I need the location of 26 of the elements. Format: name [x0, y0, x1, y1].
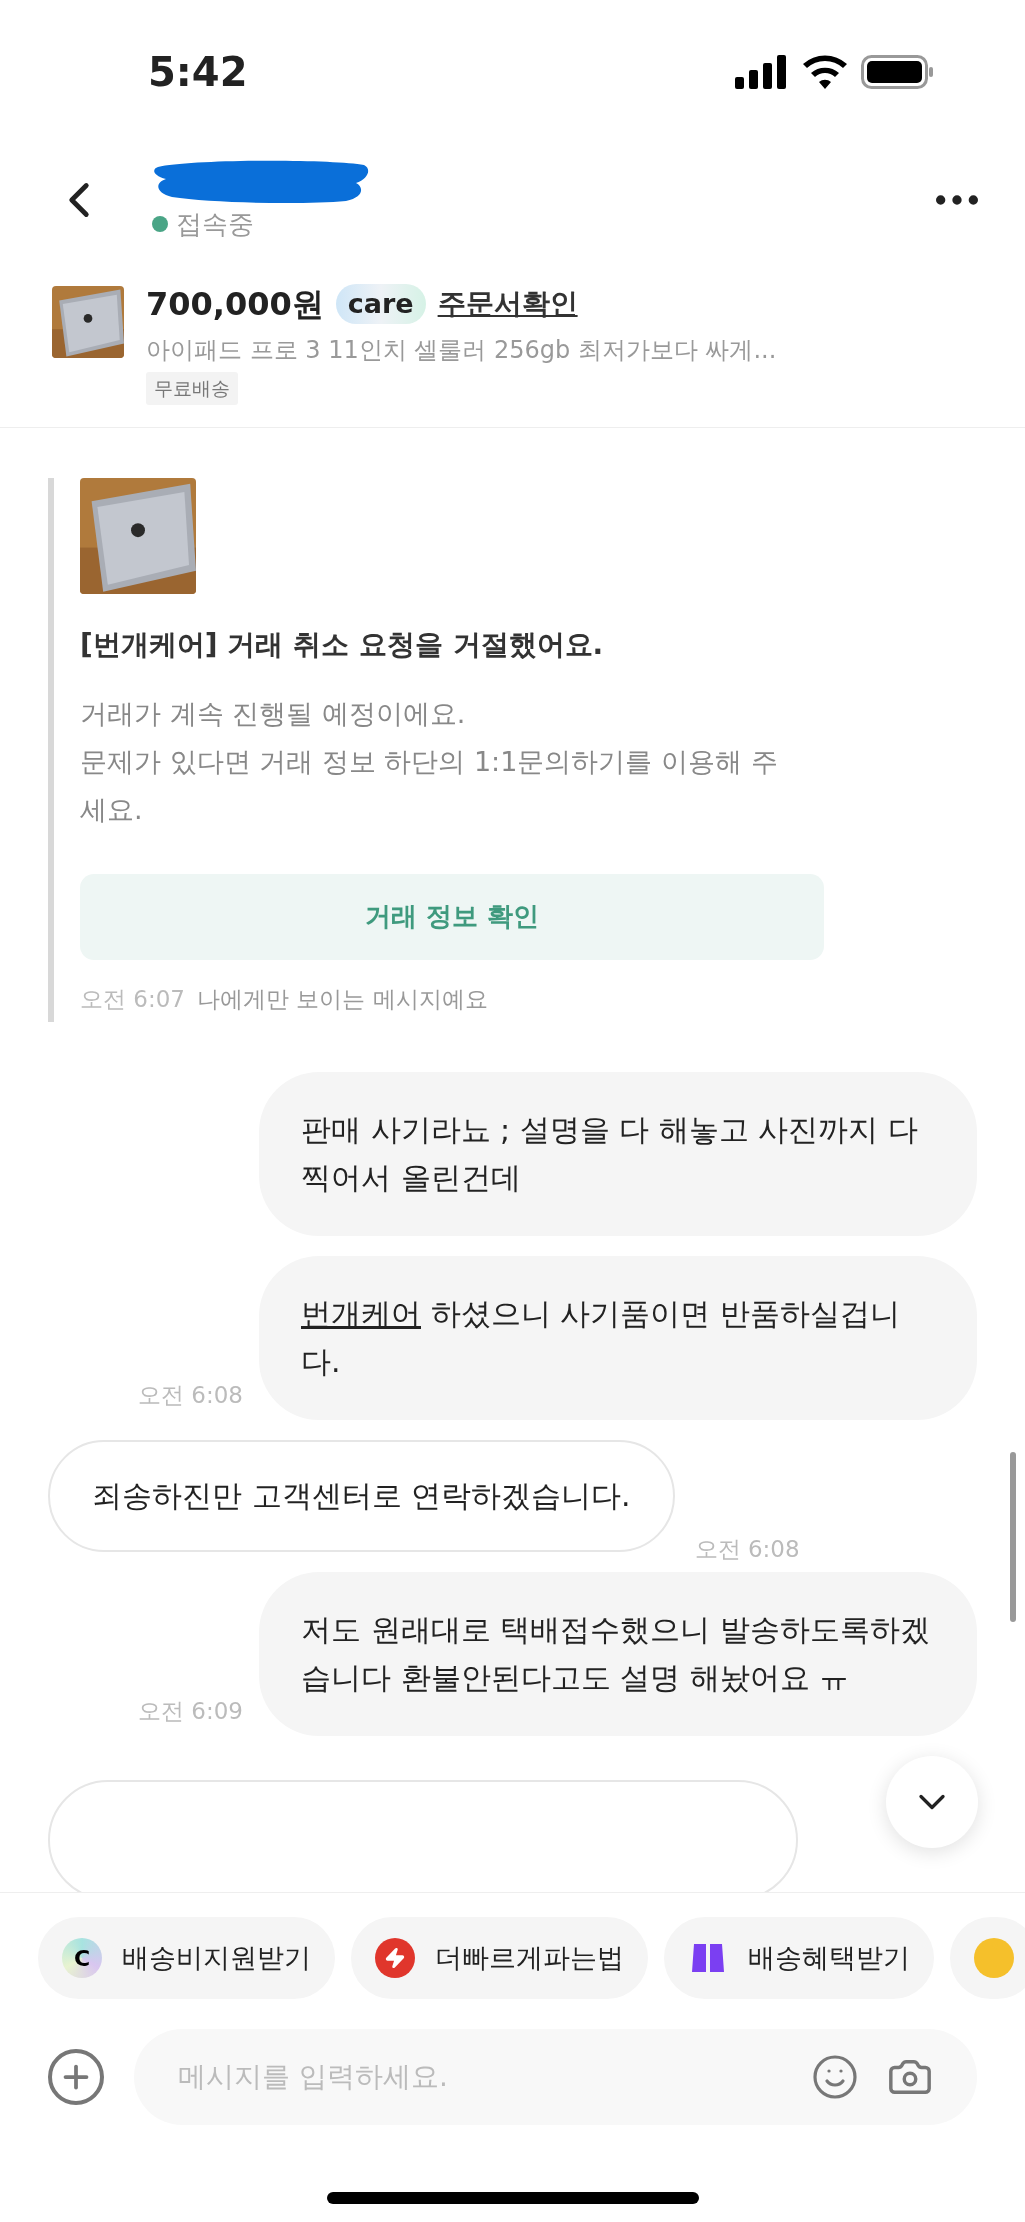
notice-text: 거래가 계속 진행될 예정이에요.: [80, 696, 467, 731]
product-price: 700,000원: [146, 284, 324, 325]
message-time: 오전 6:08: [138, 1380, 243, 1410]
care-link[interactable]: 번개케어: [301, 1296, 421, 1331]
message-time: 오전 6:08: [694, 1534, 800, 1564]
notice-title: [번개케어] 거래 취소 요청을 거절했어요.: [80, 626, 605, 663]
private-note: 나에게만 보이는 메시지예요: [196, 984, 488, 1014]
logo-icon: C: [62, 1938, 102, 1978]
product-title: 아이패드 프로 3 11인치 셀룰러 256gb 최저가보다 싸게...: [146, 335, 777, 366]
order-link[interactable]: 주문서확인: [437, 283, 578, 325]
received-message: 죄송하진만 고객센터로 연락하겠습니다.: [48, 1440, 675, 1552]
connection-status: 접속중: [176, 207, 254, 241]
quick-action-chip[interactable]: 배송혜택받기: [664, 1917, 934, 1999]
status-time: 5:42: [148, 48, 248, 97]
sent-message: 판매 사기라뇨 ; 설명을 다 해놓고 사진까지 다 찍어서 올린건데: [259, 1072, 977, 1236]
quick-action-chip[interactable]: C 배송비지원받기: [38, 1917, 335, 1999]
message-input[interactable]: 메시지를 입력하세요.: [178, 2056, 811, 2098]
free-shipping-tag: 무료배송: [146, 372, 238, 405]
message-time: 오전 6:07: [80, 984, 185, 1014]
message-input-field[interactable]: 메시지를 입력하세요.: [134, 2029, 977, 2125]
sent-message: 저도 원래대로 택배접수했으니 발송하도록하겠습니다 환불안된다고도 설명 해놨어요 ㅠ: [259, 1572, 977, 1736]
quick-action-chip[interactable]: 더빠르게파는법: [351, 1917, 648, 1999]
message-time: 오전 6:09: [138, 1696, 243, 1726]
notice-text: 문제가 있다면 거래 정보 하단의 1:1문의하기를 이용해 주세요.: [80, 744, 779, 827]
sent-message: 번개케어 하셨으니 사기품이면 반품하실겁니다.: [259, 1256, 977, 1420]
care-badge: care: [335, 283, 426, 325]
